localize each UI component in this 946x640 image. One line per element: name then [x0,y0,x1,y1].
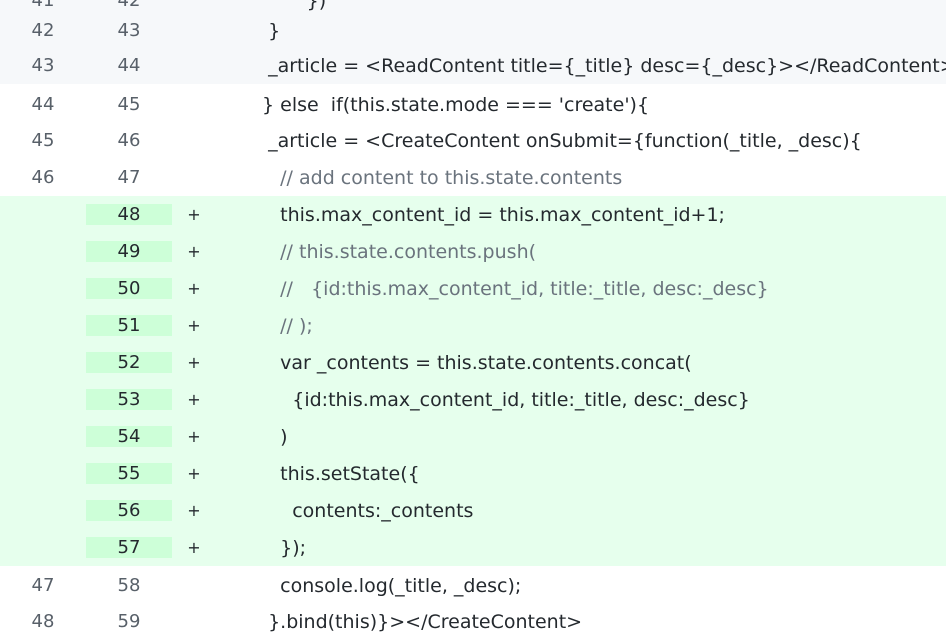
diff-row-added[interactable]: 51 + // ); [0,307,946,344]
old-line-number[interactable]: 46 [0,167,86,188]
diff-row-added[interactable]: 54 + ) [0,418,946,455]
new-line-number[interactable]: 45 [86,94,172,115]
code-line: } [256,19,281,42]
new-line-number[interactable]: 46 [86,130,172,151]
diff-row-added[interactable]: 49 + // this.state.contents.push( [0,233,946,270]
new-line-number[interactable]: 48 [86,204,172,225]
diff-row-added[interactable]: 48 + this.max_content_id = this.max_cont… [0,196,946,233]
code-line: }); [256,536,307,559]
diff-row-added[interactable]: 55 + this.setState({ [0,455,946,492]
old-line-number[interactable]: 48 [0,611,86,632]
diff-row-added[interactable]: 52 + var _contents = this.state.contents… [0,344,946,381]
new-line-number[interactable]: 54 [86,426,172,447]
code-line: // this.state.contents.push( [256,240,537,263]
diff-marker: + [187,390,201,409]
code-line: ) [256,425,288,448]
new-line-number[interactable]: 42 [86,0,172,11]
diff-marker: + [187,242,201,261]
new-line-number[interactable]: 47 [86,167,172,188]
code-line: // ); [256,314,313,337]
new-line-number[interactable]: 43 [86,20,172,41]
old-line-number[interactable]: 44 [0,94,86,115]
code-line: } else if(this.state.mode === 'create'){ [256,93,650,116]
code-line: }.bind(this)}></CreateContent> [256,610,583,633]
diff-row[interactable]: 47 58 console.log(_title, _desc); [0,567,946,604]
old-line-number[interactable]: 43 [0,55,86,76]
new-line-number[interactable]: 59 [86,611,172,632]
new-line-number[interactable]: 53 [86,389,172,410]
code-line: _article = <ReadContent title={_title} d… [256,54,946,77]
new-line-number[interactable]: 51 [86,315,172,336]
diff-marker: + [187,464,201,483]
old-line-number[interactable]: 45 [0,130,86,151]
new-line-number[interactable]: 55 [86,463,172,484]
diff-row-added[interactable]: 57 + }); [0,529,946,566]
diff-marker: + [187,205,201,224]
diff-marker: + [187,501,201,520]
new-line-number[interactable]: 56 [86,500,172,521]
code-line: // add content to this.state.contents [256,166,623,189]
diff-row[interactable]: 42 43 } [0,12,946,49]
diff-marker: + [187,316,201,335]
new-line-number[interactable]: 57 [86,537,172,558]
diff-row[interactable]: 45 46 _article = <CreateContent onSubmit… [0,122,946,159]
code-line: var _contents = this.state.contents.conc… [256,351,692,374]
new-line-number[interactable]: 44 [86,55,172,76]
diff-row-added[interactable]: 56 + contents:_contents [0,492,946,529]
diff-row[interactable]: 44 45 } else if(this.state.mode === 'cre… [0,86,946,123]
old-line-number[interactable]: 47 [0,575,86,596]
old-line-number[interactable]: 41 [0,0,86,11]
diff-marker: + [187,353,201,372]
new-line-number[interactable]: 50 [86,278,172,299]
code-line: {id:this.max_content_id, title:_title, d… [256,388,750,411]
code-line: this.setState({ [256,462,420,485]
code-line: this.max_content_id = this.max_content_i… [256,203,725,226]
diff-marker: + [187,427,201,446]
diff-row[interactable]: 46 47 // add content to this.state.conte… [0,159,946,196]
code-line: contents:_contents [256,499,474,522]
diff-row[interactable]: 43 44 _article = <ReadContent title={_ti… [0,47,946,84]
diff-marker: + [187,279,201,298]
diff-row[interactable]: 48 59 }.bind(this)}></CreateContent> [0,603,946,640]
new-line-number[interactable]: 58 [86,575,172,596]
code-line: // {id:this.max_content_id, title:_title… [256,277,769,300]
old-line-number[interactable]: 42 [0,20,86,41]
code-line: }) [252,0,327,12]
diff-row-added[interactable]: 50 + // {id:this.max_content_id, title:_… [0,270,946,307]
new-line-number[interactable]: 52 [86,352,172,373]
diff-view: 41 42 }) 42 43 } 43 44 _article = <ReadC… [0,0,946,640]
diff-marker: + [187,538,201,557]
new-line-number[interactable]: 49 [86,241,172,262]
code-line: _article = <CreateContent onSubmit={func… [256,129,862,152]
code-line: console.log(_title, _desc); [256,574,522,597]
diff-row-added[interactable]: 53 + {id:this.max_content_id, title:_tit… [0,381,946,418]
